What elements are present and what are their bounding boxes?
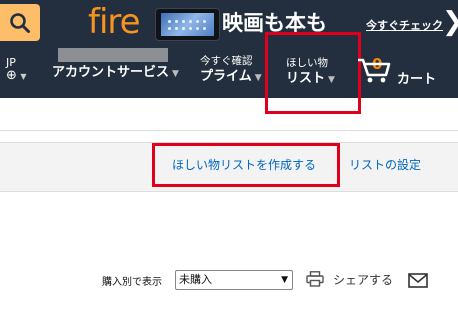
purchase-filter-select[interactable]: 未購入 ▼ — [175, 270, 293, 290]
account-services-menu[interactable]: アカウントサービス ▼ — [52, 64, 179, 83]
cart-label[interactable]: カート — [397, 68, 436, 87]
dropdown-arrow-icon: ▼ — [281, 275, 288, 285]
cart-icon[interactable] — [357, 57, 391, 83]
search-button[interactable] — [0, 4, 40, 41]
sort-by-label: 購入別で表示 — [102, 277, 162, 288]
account-services-label: アカウントサービス — [52, 65, 170, 80]
divider — [0, 191, 458, 192]
top-nav-bar: fire 映画も本も 今すぐチェック ❯ JP ⊕ ▼ アカウントサービス▼ 今… — [0, 0, 458, 114]
banner-next-arrow-icon[interactable]: ❯ — [442, 4, 458, 40]
account-name-redacted — [58, 48, 168, 62]
fire-logo[interactable]: fire — [88, 2, 141, 42]
wishlist-highlight-box — [265, 32, 361, 114]
language-selector[interactable]: JP ⊕ ▼ — [6, 56, 27, 83]
share-link[interactable]: シェアする — [333, 271, 393, 288]
prime-subtitle: 今すぐ確認 — [200, 55, 253, 67]
search-icon — [10, 12, 30, 33]
chevron-down-icon: ▼ — [172, 69, 179, 79]
purchase-filter-value: 未購入 — [179, 273, 212, 286]
chevron-down-icon: ▼ — [20, 72, 27, 81]
printer-icon[interactable] — [306, 271, 324, 287]
list-settings-link[interactable]: リストの設定 — [349, 156, 421, 173]
create-list-highlight-box — [152, 143, 340, 187]
prime-label: プライム — [200, 69, 252, 84]
fire-tablet-image[interactable] — [155, 8, 220, 41]
divider — [0, 130, 458, 131]
globe-icon: ⊕ — [6, 68, 17, 83]
chevron-down-icon: ▼ — [254, 73, 262, 83]
banner-check-now-link[interactable]: 今すぐチェック — [366, 17, 443, 33]
mail-icon[interactable] — [408, 273, 428, 288]
prime-menu[interactable]: 今すぐ確認 プライム ▼ — [200, 54, 262, 87]
